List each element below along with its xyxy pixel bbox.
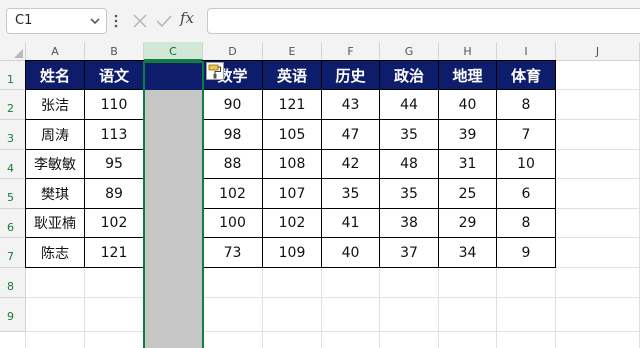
column-header-e[interactable]: E bbox=[263, 42, 322, 61]
spreadsheet-grid[interactable]: A B C D E F G H I J 1 2 3 4 5 6 7 8 9 姓名 语文 张洁 110 周涛 113 李敏敏 95 樊琪… bbox=[0, 42, 640, 348]
score-cell[interactable]: 35 bbox=[322, 179, 380, 209]
enter-icon[interactable] bbox=[155, 12, 173, 30]
header-cell[interactable]: 地理 bbox=[439, 61, 497, 90]
score-cell[interactable]: 47 bbox=[322, 120, 380, 150]
score-cell[interactable]: 34 bbox=[439, 238, 497, 268]
row-header-2[interactable]: 2 bbox=[0, 90, 26, 120]
score-cell[interactable]: 25 bbox=[439, 179, 497, 209]
score-cell[interactable]: 110 bbox=[85, 90, 144, 120]
name-cell[interactable]: 周涛 bbox=[26, 120, 85, 150]
score-cell[interactable]: 37 bbox=[380, 238, 439, 268]
header-cell[interactable]: 姓名 bbox=[26, 61, 85, 90]
column-header-b[interactable]: B bbox=[85, 42, 144, 61]
column-header-i[interactable]: I bbox=[497, 42, 556, 61]
format-painter-icon[interactable] bbox=[206, 62, 224, 80]
name-cell[interactable]: 李敏敏 bbox=[26, 150, 85, 179]
score-cell[interactable]: 98 bbox=[203, 120, 263, 150]
score-cell[interactable]: 102 bbox=[85, 209, 144, 238]
score-cell[interactable]: 121 bbox=[263, 90, 322, 120]
row-header-5[interactable]: 5 bbox=[0, 179, 26, 209]
score-cell[interactable]: 89 bbox=[85, 179, 144, 209]
formula-bar: C1 fx bbox=[0, 0, 640, 42]
score-cell[interactable]: 95 bbox=[85, 150, 144, 179]
score-cell[interactable]: 109 bbox=[263, 238, 322, 268]
row-header-9[interactable]: 9 bbox=[0, 298, 26, 332]
gridline bbox=[26, 331, 640, 332]
header-cell[interactable]: 政治 bbox=[380, 61, 439, 90]
header-cell[interactable]: 体育 bbox=[497, 61, 556, 90]
score-cell[interactable]: 43 bbox=[322, 90, 380, 120]
score-cell[interactable]: 100 bbox=[203, 209, 263, 238]
column-header-d[interactable]: D bbox=[203, 42, 263, 61]
column-header-g[interactable]: G bbox=[380, 42, 439, 61]
name-cell[interactable]: 张洁 bbox=[26, 90, 85, 120]
more-dots-icon[interactable] bbox=[113, 12, 119, 30]
score-cell[interactable]: 42 bbox=[322, 150, 380, 179]
formula-input[interactable] bbox=[207, 8, 640, 34]
score-cell[interactable]: 107 bbox=[263, 179, 322, 209]
score-cell[interactable]: 38 bbox=[380, 209, 439, 238]
name-box[interactable]: C1 bbox=[6, 8, 107, 34]
score-cell[interactable]: 108 bbox=[263, 150, 322, 179]
insert-function-button[interactable]: fx bbox=[180, 9, 194, 27]
name-cell[interactable]: 陈志 bbox=[26, 238, 85, 268]
header-cell[interactable]: 历史 bbox=[322, 61, 380, 90]
column-header-h[interactable]: H bbox=[439, 42, 497, 61]
column-header-f[interactable]: F bbox=[322, 42, 380, 61]
score-cell[interactable]: 40 bbox=[439, 90, 497, 120]
score-cell[interactable]: 9 bbox=[497, 238, 556, 268]
chevron-down-icon[interactable] bbox=[88, 14, 102, 28]
score-cell[interactable]: 102 bbox=[203, 179, 263, 209]
name-cell[interactable]: 樊琪 bbox=[26, 179, 85, 209]
score-cell[interactable]: 29 bbox=[439, 209, 497, 238]
score-cell[interactable]: 102 bbox=[263, 209, 322, 238]
score-cell[interactable]: 90 bbox=[203, 90, 263, 120]
row-header-7[interactable]: 7 bbox=[0, 238, 26, 268]
column-header-a[interactable]: A bbox=[26, 42, 85, 61]
score-cell[interactable]: 121 bbox=[85, 238, 144, 268]
score-cell[interactable]: 35 bbox=[380, 179, 439, 209]
score-cell[interactable]: 6 bbox=[497, 179, 556, 209]
score-cell[interactable]: 8 bbox=[497, 209, 556, 238]
select-all-corner[interactable] bbox=[0, 42, 26, 61]
score-cell[interactable]: 39 bbox=[439, 120, 497, 150]
score-cell[interactable]: 10 bbox=[497, 150, 556, 179]
header-cell[interactable]: 语文 bbox=[85, 61, 144, 90]
score-cell[interactable]: 88 bbox=[203, 150, 263, 179]
score-cell[interactable]: 35 bbox=[380, 120, 439, 150]
column-header-j[interactable]: J bbox=[556, 42, 640, 61]
score-cell[interactable]: 44 bbox=[380, 90, 439, 120]
score-cell[interactable]: 8 bbox=[497, 90, 556, 120]
score-cell[interactable]: 40 bbox=[322, 238, 380, 268]
name-box-value: C1 bbox=[15, 13, 33, 28]
score-cell[interactable]: 73 bbox=[203, 238, 263, 268]
score-cell[interactable]: 41 bbox=[322, 209, 380, 238]
score-cell[interactable]: 113 bbox=[85, 120, 144, 150]
row-header-1[interactable]: 1 bbox=[0, 61, 26, 90]
score-cell[interactable]: 105 bbox=[263, 120, 322, 150]
score-cell[interactable]: 7 bbox=[497, 120, 556, 150]
row-header-8[interactable]: 8 bbox=[0, 268, 26, 298]
row-header-3[interactable]: 3 bbox=[0, 120, 26, 150]
header-cell[interactable]: 英语 bbox=[263, 61, 322, 90]
row-header-6[interactable]: 6 bbox=[0, 209, 26, 238]
name-cell[interactable]: 耿亚楠 bbox=[26, 209, 85, 238]
column-selection-border bbox=[143, 61, 204, 348]
score-cell[interactable]: 48 bbox=[380, 150, 439, 179]
row-header-4[interactable]: 4 bbox=[0, 150, 26, 179]
score-cell[interactable]: 31 bbox=[439, 150, 497, 179]
column-header-c[interactable]: C bbox=[144, 42, 203, 61]
cancel-icon[interactable] bbox=[131, 12, 149, 30]
gridline bbox=[26, 297, 640, 298]
